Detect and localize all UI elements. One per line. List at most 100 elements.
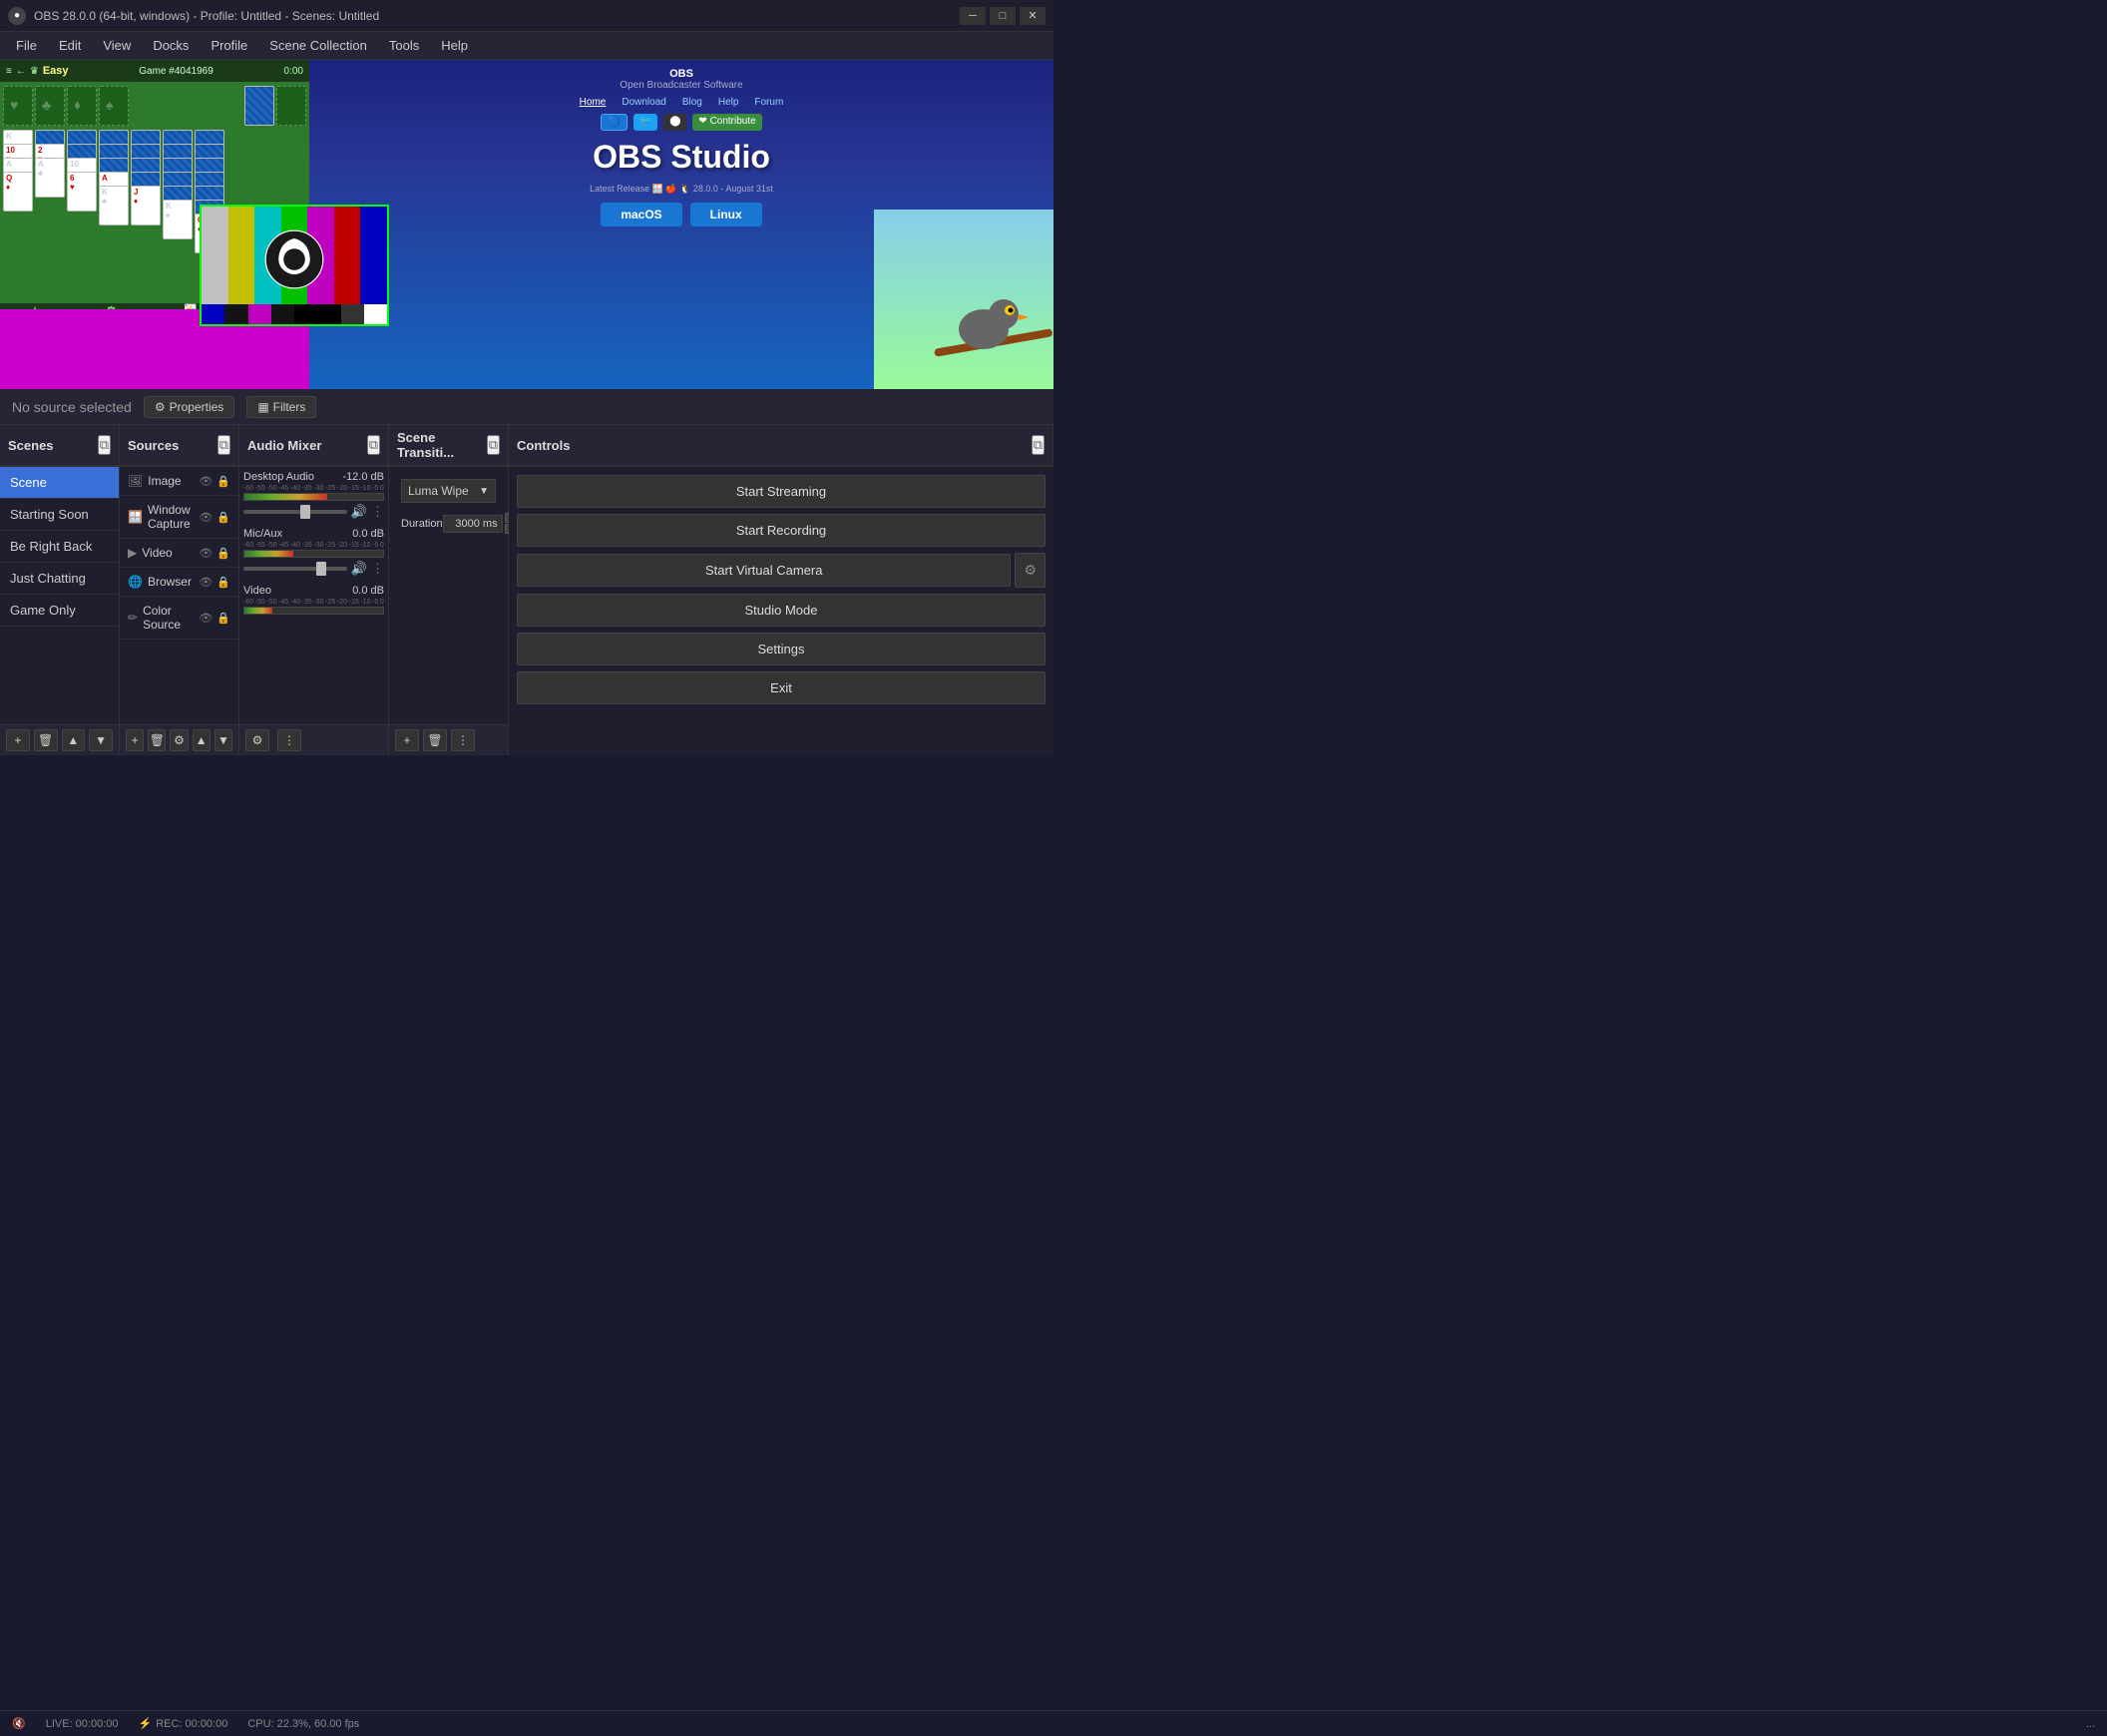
source-item-video[interactable]: ▶ Video 👁 🔒 [120,539,238,568]
scenes-up-btn[interactable]: ▲ [62,729,86,751]
properties-button[interactable]: ⚙ Properties [144,396,234,418]
source-eye-btn-3[interactable]: 👁 [199,547,212,560]
menu-edit[interactable]: Edit [49,35,91,56]
menu-view[interactable]: View [93,35,141,56]
transitions-add-btn[interactable]: + [395,729,419,751]
sources-panel-header: Sources ⧉ [120,425,239,465]
scene-item-just-chatting[interactable]: Just Chatting [0,563,119,595]
scenes-dock-btn[interactable]: ⧉ [98,435,111,455]
nav-home[interactable]: Home [580,97,607,108]
minimize-button[interactable]: ─ [960,7,986,25]
title-bar-text: OBS 28.0.0 (64-bit, windows) - Profile: … [34,9,960,23]
source-item-window-capture[interactable]: 🪟 Window Capture 👁 🔒 [120,496,238,539]
scene-item-be-right-back[interactable]: Be Right Back [0,531,119,563]
nav-help[interactable]: Help [718,97,739,108]
audio-panel: Desktop Audio -12.0 dB -60-55-50-45-40-3… [239,467,389,755]
start-virtual-camera-button[interactable]: Start Virtual Camera [517,554,1011,587]
sources-down-btn[interactable]: ▼ [214,729,232,751]
macos-download-btn[interactable]: macOS [601,203,681,226]
linux-download-btn[interactable]: Linux [690,203,762,226]
obs-github-btn[interactable]: ⬤ [663,114,686,131]
live-status: LIVE: 00:00:00 [46,1718,119,1730]
duration-input[interactable] [443,515,503,533]
exit-button[interactable]: Exit [517,671,1046,704]
virtual-camera-settings-btn[interactable]: ⚙ [1015,553,1046,588]
audio-dock-btn[interactable]: ⧉ [367,435,380,455]
scenes-add-btn[interactable]: + [6,729,30,751]
audio-footer: ⚙ ⋮ [239,724,388,755]
scene-item-game-only[interactable]: Game Only [0,595,119,627]
start-streaming-button[interactable]: Start Streaming [517,475,1046,508]
source-lock-btn-2[interactable]: 🔒 [216,511,230,524]
scene-item-scene[interactable]: Scene [0,467,119,499]
menu-docks[interactable]: Docks [143,35,199,56]
virtual-camera-row: Start Virtual Camera ⚙ [517,553,1046,588]
app-icon: ● [8,7,26,25]
nav-forum[interactable]: Forum [754,97,783,108]
audio-menu-btn[interactable]: ⋮ [277,729,301,751]
desktop-audio-mute[interactable]: 🔊 [351,504,367,520]
transitions-remove-btn[interactable]: 🗑 [423,729,447,751]
scenes-down-btn[interactable]: ▼ [89,729,113,751]
obs-twitter-btn[interactable]: 🐦 [633,114,657,131]
solitaire-mode: Easy [43,65,69,77]
source-eye-btn-4[interactable]: 👁 [199,576,212,589]
mic-audio-slider[interactable] [243,567,347,571]
bird-image [874,210,1054,389]
scene-item-starting-soon[interactable]: Starting Soon [0,499,119,531]
obs-contribute-btn[interactable]: ❤ Contribute [692,114,761,131]
nav-download[interactable]: Download [622,97,665,108]
menu-profile[interactable]: Profile [201,35,257,56]
settings-button[interactable]: Settings [517,633,1046,665]
transition-select[interactable]: Luma Wipe ▼ [401,479,496,503]
source-lock-btn[interactable]: 🔒 [216,475,230,488]
cpu-label: CPU: 22.3%, 60.00 fps [247,1718,359,1730]
source-eye-btn[interactable]: 👁 [199,475,212,488]
col3-c4: 6♥ [67,172,97,212]
obs-logo-on-bars [264,229,324,289]
source-item-image[interactable]: 🖼 Image 👁 🔒 [120,467,238,496]
start-recording-button[interactable]: Start Recording [517,514,1046,547]
source-lock-btn-3[interactable]: 🔒 [216,547,230,560]
solitaire-header: ≡ ← ♛ Easy Game #4041969 0:00 [0,60,309,82]
desktop-audio-menu[interactable]: ⋮ [371,504,384,520]
menu-scene-collection[interactable]: Scene Collection [259,35,377,56]
sources-add-btn[interactable]: + [126,729,144,751]
audio-track-mic: Mic/Aux 0.0 dB -60-55-50-45-40-35-30-25-… [243,528,384,577]
controls-dock-btn[interactable]: ⧉ [1032,435,1045,455]
sources-dock-btn[interactable]: ⧉ [217,435,230,455]
desktop-audio-meter [243,493,384,501]
source-status-bar: No source selected ⚙ Properties ▦ Filter… [0,389,1054,425]
source-item-color[interactable]: ✏ Color Source 👁 🔒 [120,597,238,640]
sources-footer: + 🗑 ⚙ ▲ ▼ [120,724,238,755]
source-lock-btn-5[interactable]: 🔒 [216,612,230,625]
filters-button[interactable]: ▦ Filters [246,396,316,418]
nav-blog[interactable]: Blog [682,97,702,108]
sources-up-btn[interactable]: ▲ [193,729,211,751]
sources-list: 🖼 Image 👁 🔒 🪟 Window Capture 👁 🔒 [120,467,238,724]
mic-audio-menu[interactable]: ⋮ [371,561,384,577]
source-eye-btn-5[interactable]: 👁 [199,612,212,625]
transitions-menu-btn[interactable]: ⋮ [451,729,475,751]
source-eye-btn-2[interactable]: 👁 [199,511,212,524]
maximize-button[interactable]: □ [990,7,1016,25]
transitions-dock-btn[interactable]: ⧉ [487,435,500,455]
audio-settings-btn[interactable]: ⚙ [245,729,269,751]
studio-mode-button[interactable]: Studio Mode [517,594,1046,627]
obs-discord-btn[interactable]: 🔵 [601,114,627,131]
desktop-audio-slider[interactable] [243,510,347,514]
source-item-browser[interactable]: 🌐 Browser 👁 🔒 [120,568,238,597]
source-lock-btn-4[interactable]: 🔒 [216,576,230,589]
cpu-status: CPU: 22.3%, 60.00 fps [247,1718,359,1730]
sources-settings-btn[interactable]: ⚙ [170,729,188,751]
solitaire-time: 0:00 [284,66,303,77]
mic-audio-mute[interactable]: 🔊 [351,561,367,577]
menu-tools[interactable]: Tools [379,35,429,56]
close-button[interactable]: ✕ [1020,7,1046,25]
menu-help[interactable]: Help [431,35,478,56]
chevron-down-icon: ▼ [479,486,489,497]
suit-slot-3: ♦ [67,86,97,126]
sources-remove-btn[interactable]: 🗑 [148,729,166,751]
scenes-remove-btn[interactable]: 🗑 [34,729,58,751]
menu-file[interactable]: File [6,35,47,56]
